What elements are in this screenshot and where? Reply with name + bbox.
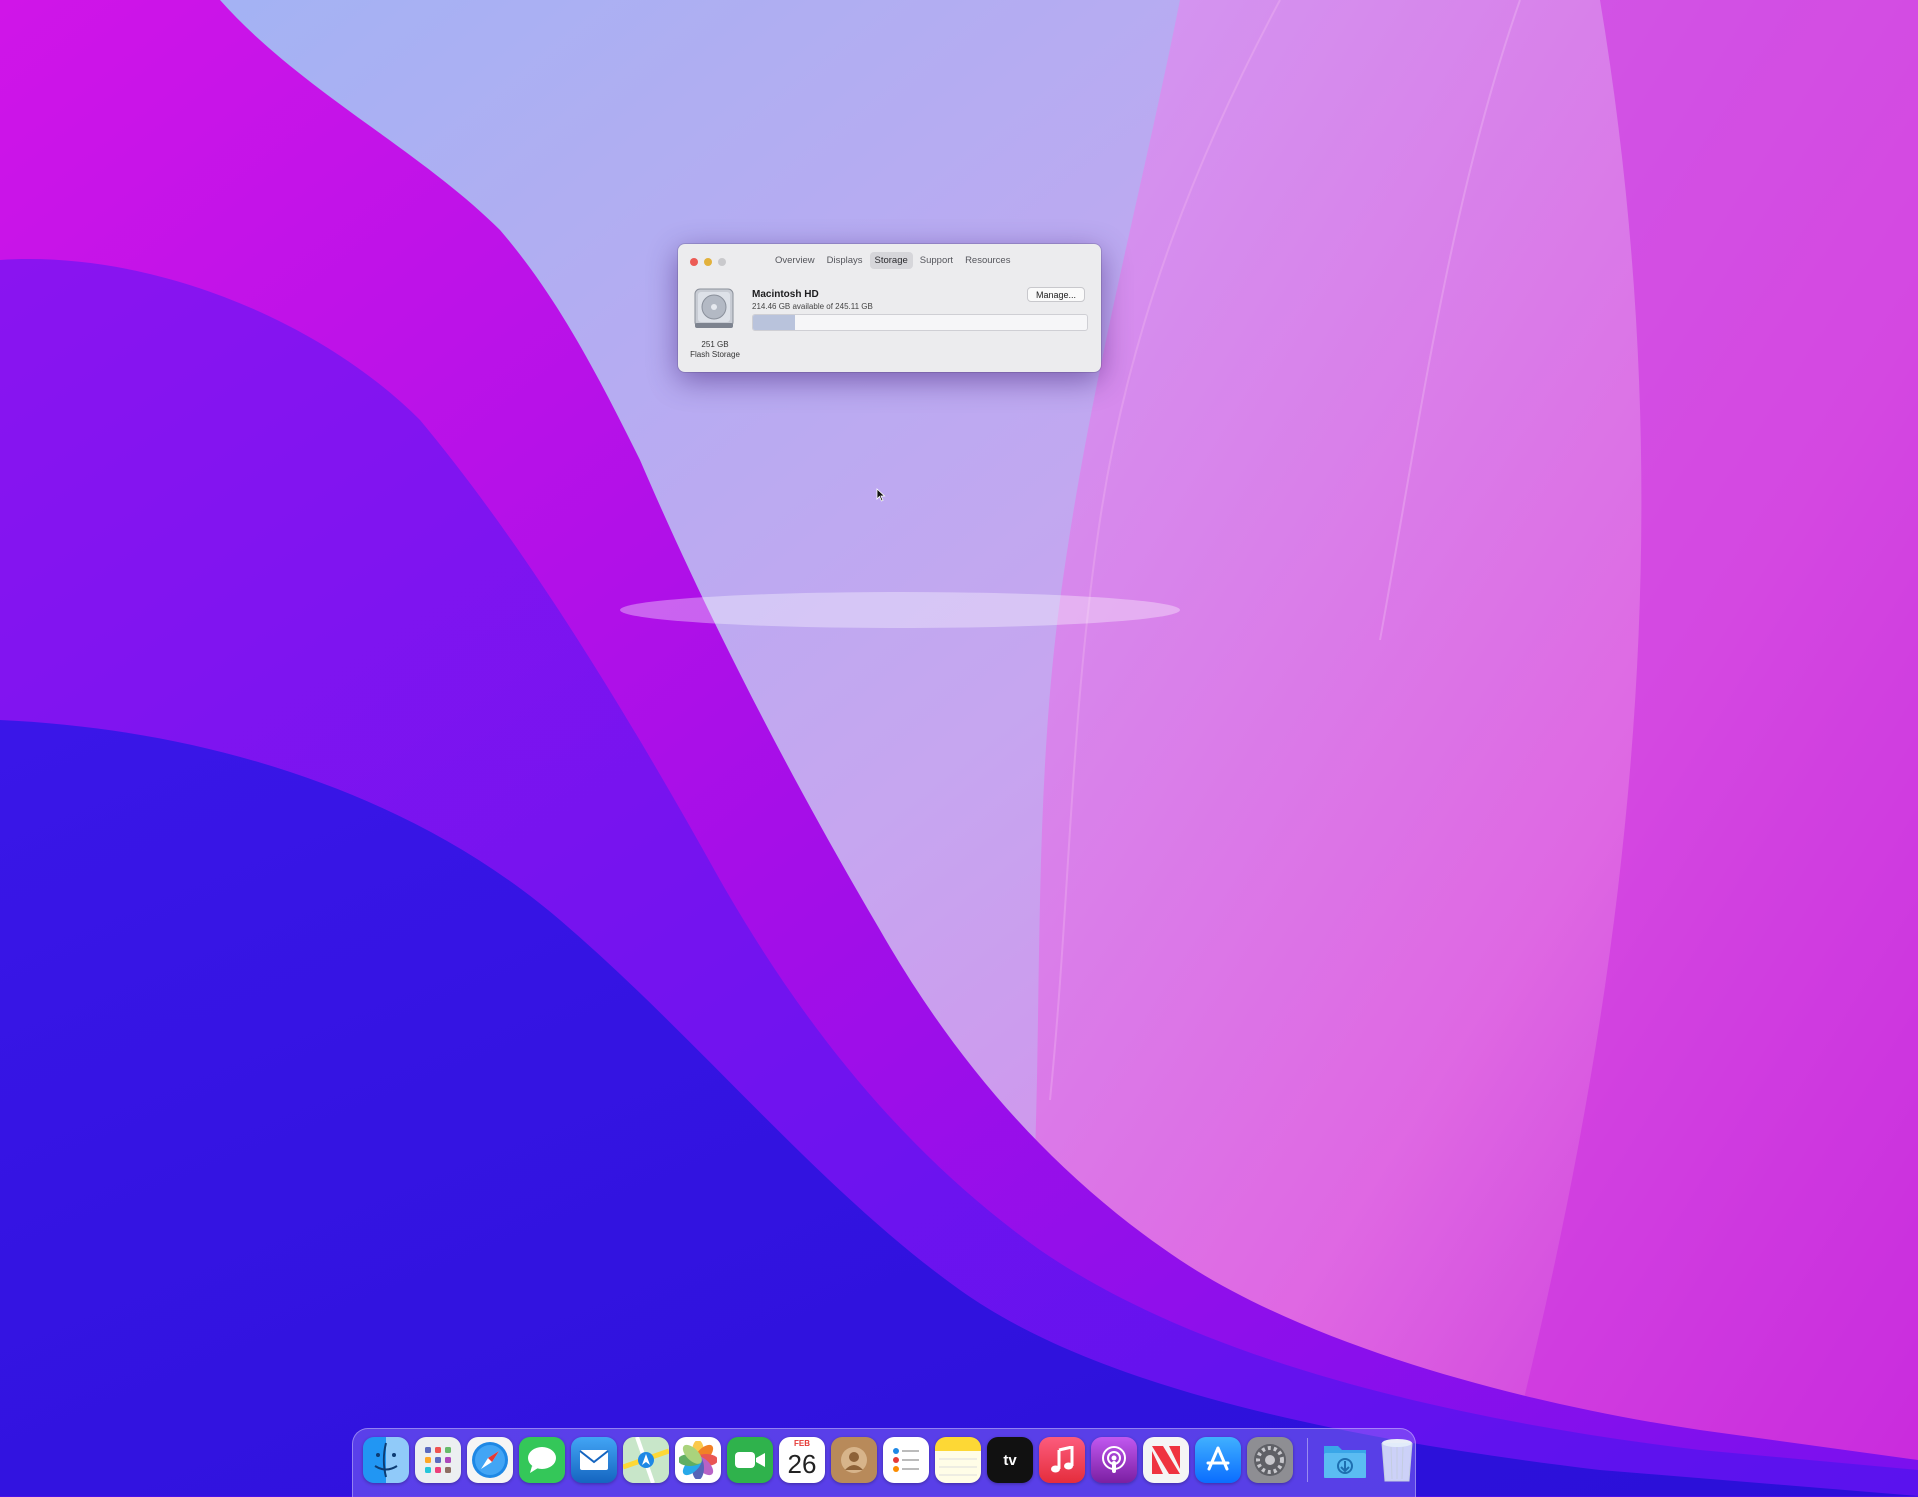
- tab-storage[interactable]: Storage: [869, 252, 913, 269]
- disk-name: Macintosh HD: [752, 289, 819, 300]
- window-titlebar: Overview Displays Storage Support Resour…: [678, 244, 1101, 272]
- reminders-icon[interactable]: [883, 1437, 929, 1483]
- disk-type: Flash Storage: [690, 350, 740, 359]
- minimize-button[interactable]: [704, 258, 712, 266]
- trash-icon[interactable]: [1374, 1437, 1420, 1483]
- mouse-pointer-icon: [876, 488, 886, 502]
- downloads-folder-icon[interactable]: [1322, 1437, 1368, 1483]
- dock: FEB 26 tv: [352, 1428, 1416, 1497]
- calendar-day: 26: [787, 1449, 817, 1479]
- facetime-icon[interactable]: [727, 1437, 773, 1483]
- storage-usage-bar: [752, 314, 1088, 331]
- launchpad-icon[interactable]: [415, 1437, 461, 1483]
- disk-availability: 214.46 GB available of 245.11 GB: [752, 302, 873, 311]
- podcasts-icon[interactable]: [1091, 1437, 1137, 1483]
- news-icon[interactable]: [1143, 1437, 1189, 1483]
- about-this-mac-window: Overview Displays Storage Support Resour…: [678, 244, 1101, 372]
- apple-tv-label: tv: [1003, 1451, 1017, 1469]
- notes-icon[interactable]: [935, 1437, 981, 1483]
- zoom-button[interactable]: [718, 258, 726, 266]
- calendar-month: FEB: [794, 1439, 810, 1448]
- tab-overview[interactable]: Overview: [770, 252, 820, 269]
- safari-icon[interactable]: [467, 1437, 513, 1483]
- music-icon[interactable]: [1039, 1437, 1085, 1483]
- desktop-wallpaper: [0, 0, 1918, 1496]
- tab-bar: Overview Displays Storage Support Resour…: [770, 252, 1015, 269]
- close-button[interactable]: [690, 258, 698, 266]
- tab-support[interactable]: Support: [915, 252, 958, 269]
- manage-button[interactable]: Manage...: [1027, 287, 1085, 302]
- dock-items: FEB 26 tv: [363, 1437, 1420, 1483]
- dock-separator: [1307, 1438, 1308, 1482]
- system-preferences-icon[interactable]: [1247, 1437, 1293, 1483]
- disk-capacity-value: 251 GB: [701, 340, 729, 349]
- app-store-icon[interactable]: [1195, 1437, 1241, 1483]
- apple-tv-icon[interactable]: tv: [987, 1437, 1033, 1483]
- disk-capacity: 251 GB Flash Storage: [678, 340, 752, 360]
- contacts-icon[interactable]: [831, 1437, 877, 1483]
- tab-resources[interactable]: Resources: [960, 252, 1015, 269]
- finder-icon[interactable]: [363, 1437, 409, 1483]
- mail-icon[interactable]: [571, 1437, 617, 1483]
- hard-drive-icon: [694, 288, 734, 328]
- storage-usage-fill: [753, 315, 795, 330]
- calendar-icon[interactable]: FEB 26: [779, 1437, 825, 1483]
- maps-icon[interactable]: [623, 1437, 669, 1483]
- messages-icon[interactable]: [519, 1437, 565, 1483]
- tab-displays[interactable]: Displays: [822, 252, 868, 269]
- photos-icon[interactable]: [675, 1437, 721, 1483]
